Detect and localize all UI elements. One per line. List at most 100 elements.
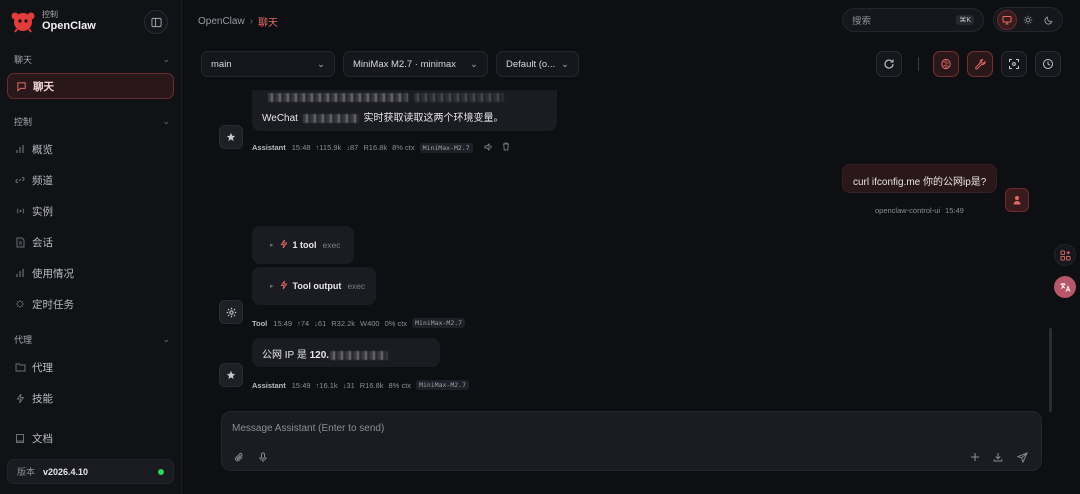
sidebar-item-overview[interactable]: 概览 [14,138,174,160]
user-avatar [1005,188,1029,212]
theme-light-button[interactable] [1018,10,1038,30]
zap-icon [279,239,288,251]
monitor-icon [1002,15,1012,24]
trash-icon[interactable] [502,142,510,153]
assistant-message: 公网 IP 是 120. [252,338,440,367]
moon-icon [1044,15,1053,25]
meta-read-tokens: R16.8k [359,380,384,390]
collapse-sidebar-button[interactable] [144,10,168,34]
gear-icon [226,307,236,317]
download-icon[interactable] [991,450,1005,464]
bar-chart-icon [14,267,26,279]
tool-tag: exec [347,281,366,291]
sidebar-item-cron[interactable]: 定时任务 [14,293,174,315]
section-control[interactable]: 控制 ⌄ [14,115,170,128]
message-text: WeChat [262,113,298,124]
sidebar-item-channels[interactable]: 频道 [14,169,174,191]
sidebar-item-agents[interactable]: 代理 [14,356,174,378]
speaker-icon[interactable] [484,142,493,153]
session-select[interactable]: main ⌄ [201,51,335,77]
meta-input-tokens: ↑115.9k [315,143,342,152]
sidebar-item-instances[interactable]: 实例 [14,200,174,222]
model-select[interactable]: MiniMax M2.7 · minimax ⌄ [343,51,488,77]
document-icon [14,236,26,248]
redacted-text [268,92,504,103]
history-button[interactable] [1035,51,1061,77]
search-placeholder: 搜索 [852,16,872,27]
plus-icon[interactable] [968,450,982,464]
send-icon[interactable] [1015,450,1029,464]
sidebar-item-docs[interactable]: 文档 [14,427,174,449]
assistant-avatar [219,125,243,149]
section-agents[interactable]: 代理 ⌄ [14,333,170,346]
redacted-text [302,113,359,123]
mode-select[interactable]: Default (o... ⌄ [496,51,579,77]
section-label: 控制 [14,117,33,127]
meta-context: 8% ctx [392,143,415,152]
message-composer[interactable]: Message Assistant (Enter to send) [221,411,1042,471]
book-icon [14,432,26,444]
sidebar-item-label: 聊天 [33,80,54,93]
clock-icon [1043,59,1053,69]
sidebar-item-label: 代理 [32,361,53,374]
apps-button[interactable] [1054,244,1076,266]
version-badge: 版本 v2026.4.10 [7,459,174,484]
sidebar-item-sessions[interactable]: 会话 [14,231,174,253]
tool-output-card[interactable]: ▸ Tool output exec [252,267,376,305]
expand-arrow-icon: ▸ [270,242,274,249]
sun-icon [1023,15,1033,24]
version-label: 版本 [17,467,36,477]
composer-placeholder: Message Assistant (Enter to send) [232,423,385,434]
section-chat[interactable]: 聊天 ⌄ [14,53,170,66]
meta-model: MiniMax-M2.7 [412,318,466,328]
focus-mode-button[interactable] [1001,51,1027,77]
meta-author: openclaw-control-ui [875,206,941,215]
star-icon [226,132,236,141]
thinking-toggle-button[interactable] [933,51,959,77]
tools-toggle-button[interactable] [967,51,993,77]
sidebar-item-label: 技能 [32,392,53,405]
section-label: 聊天 [14,55,33,65]
search-input[interactable]: 搜索 ⌘K [842,8,984,32]
chat-scrollbar[interactable] [1049,328,1052,412]
broadcast-icon [14,205,26,217]
meta-model: MiniMax-M2.7 [419,142,473,153]
focus-icon [1009,59,1019,69]
user-icon [1013,196,1021,205]
breadcrumb-root[interactable]: OpenClaw [198,16,245,27]
sidebar-item-skills[interactable]: 技能 [14,387,174,409]
brand[interactable]: 控制 OpenClaw [10,8,96,34]
chat-thread: WeChat 实时获取读取这两个环境变量。 Assistant 15:48 ↑1… [182,90,1080,408]
breadcrumb-current: 聊天 [258,18,279,29]
theme-system-button[interactable] [996,9,1017,30]
attach-icon[interactable] [232,450,246,464]
sidebar-item-chat[interactable]: 聊天 [7,73,174,99]
meta-time: 15:49 [291,380,311,390]
search-shortcut: ⌘K [956,15,974,25]
sidebar-item-label: 会话 [32,236,53,249]
translate-button[interactable] [1054,276,1076,298]
theme-dark-button[interactable] [1039,10,1059,30]
meta-time: 15:49 [273,318,293,328]
redacted-text [330,350,389,360]
chevron-down-icon: ⌄ [162,116,170,126]
sidebar-item-label: 频道 [32,174,53,187]
message-meta: Assistant 15:49 ↑16.1k ↓31 R16.8k 8% ctx… [252,380,474,390]
loader-icon [14,298,26,310]
meta-time: 15:48 [291,143,311,152]
tool-call-card[interactable]: ▸ 1 tool exec [252,226,354,264]
zap-icon [14,392,26,404]
section-label: 代理 [14,335,33,345]
refresh-button[interactable] [876,51,902,77]
meta-input-tokens: ↑74 [297,318,310,328]
breadcrumb: OpenClaw › 聊天 [198,14,278,29]
toolbar-divider [918,57,919,71]
grid-plus-icon [1059,249,1071,261]
microphone-icon[interactable] [256,450,270,464]
sidebar-item-usage[interactable]: 使用情况 [14,262,174,284]
folder-icon [14,361,26,373]
chevron-down-icon: ⌄ [561,58,569,70]
link-icon [14,174,26,186]
version-value: v2026.4.10 [43,466,89,477]
wrench-icon [975,58,986,70]
